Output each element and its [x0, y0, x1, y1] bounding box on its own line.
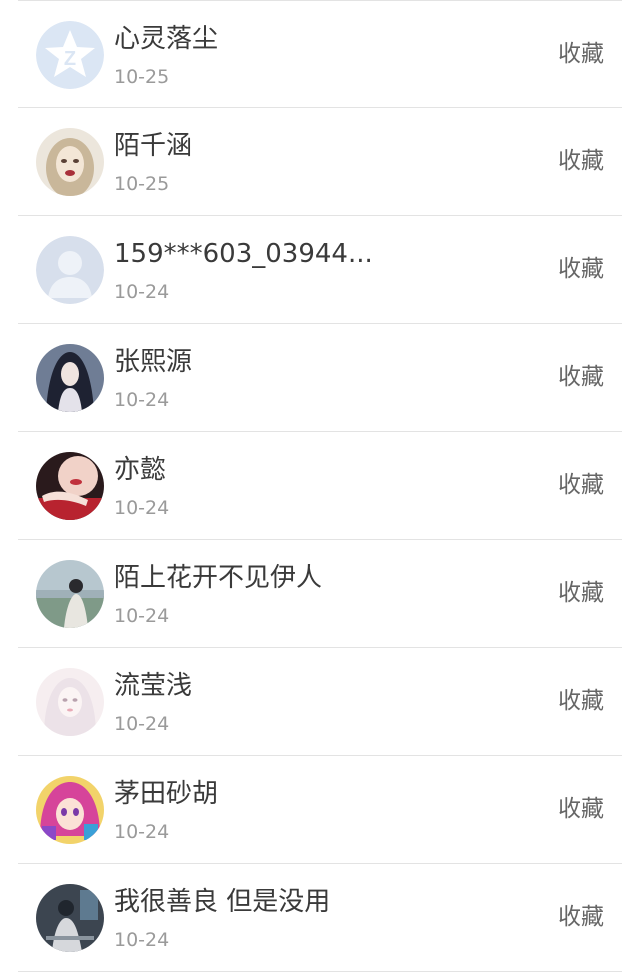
contact-list: Z 心灵落尘 10-25 收藏 陌千涵 10-25 收藏 159***603_0… — [18, 0, 622, 972]
favorite-button[interactable]: 收藏 — [558, 794, 604, 824]
contact-date: 10-24 — [114, 281, 170, 303]
list-item[interactable]: 张熙源 10-24 收藏 — [18, 324, 622, 432]
svg-text:Z: Z — [64, 48, 76, 70]
contact-name: 流莹浅 — [114, 671, 193, 701]
list-item[interactable]: 流莹浅 10-24 收藏 — [18, 648, 622, 756]
portrait-hand-lips-icon[interactable] — [36, 452, 104, 520]
list-item[interactable]: 陌千涵 10-25 收藏 — [18, 108, 622, 216]
portrait-dark-figure-icon[interactable] — [36, 884, 104, 952]
contact-date: 10-24 — [114, 929, 170, 951]
favorite-button[interactable]: 收藏 — [558, 39, 604, 69]
favorite-button[interactable]: 收藏 — [558, 902, 604, 932]
list-item[interactable]: 亦懿 10-24 收藏 — [18, 432, 622, 540]
contact-name: 亦懿 — [114, 455, 167, 485]
favorite-button[interactable]: 收藏 — [558, 470, 604, 500]
contact-name: 心灵落尘 — [114, 24, 219, 54]
contact-date: 10-24 — [114, 497, 170, 519]
contact-date: 10-24 — [114, 821, 170, 843]
default-user-silhouette-icon[interactable] — [36, 236, 104, 304]
list-item[interactable]: 陌上花开不见伊人 10-24 收藏 — [18, 540, 622, 648]
contact-date: 10-25 — [114, 173, 170, 195]
contact-date: 10-24 — [114, 713, 170, 735]
favorite-button[interactable]: 收藏 — [558, 362, 604, 392]
contact-date: 10-24 — [114, 605, 170, 627]
contact-date: 10-25 — [114, 66, 170, 88]
contact-date: 10-24 — [114, 389, 170, 411]
contact-name: 159***603_03944... — [114, 239, 373, 269]
qzone-star-icon[interactable]: Z — [36, 21, 104, 89]
list-item[interactable]: 159***603_03944... 10-24 收藏 — [18, 216, 622, 324]
contact-name: 我很善良 但是没用 — [114, 887, 331, 917]
portrait-dark-hair-girl-icon[interactable] — [36, 344, 104, 412]
list-item[interactable]: Z 心灵落尘 10-25 收藏 — [18, 0, 622, 108]
portrait-white-hair-girl-icon[interactable] — [36, 668, 104, 736]
contact-name: 茅田砂胡 — [114, 779, 219, 809]
favorite-button[interactable]: 收藏 — [558, 686, 604, 716]
contact-name: 张熙源 — [114, 347, 193, 377]
favorite-button[interactable]: 收藏 — [558, 578, 604, 608]
favorite-button[interactable]: 收藏 — [558, 254, 604, 284]
list-item[interactable]: 茅田砂胡 10-24 收藏 — [18, 756, 622, 864]
favorite-button[interactable]: 收藏 — [558, 146, 604, 176]
contact-name: 陌上花开不见伊人 — [114, 563, 323, 593]
portrait-landscape-girl-icon[interactable] — [36, 560, 104, 628]
list-item[interactable]: 我很善良 但是没用 10-24 收藏 — [18, 864, 622, 972]
anime-pink-hair-girl-icon[interactable] — [36, 776, 104, 844]
contact-name: 陌千涵 — [114, 131, 193, 161]
portrait-pale-girl-icon[interactable] — [36, 128, 104, 196]
